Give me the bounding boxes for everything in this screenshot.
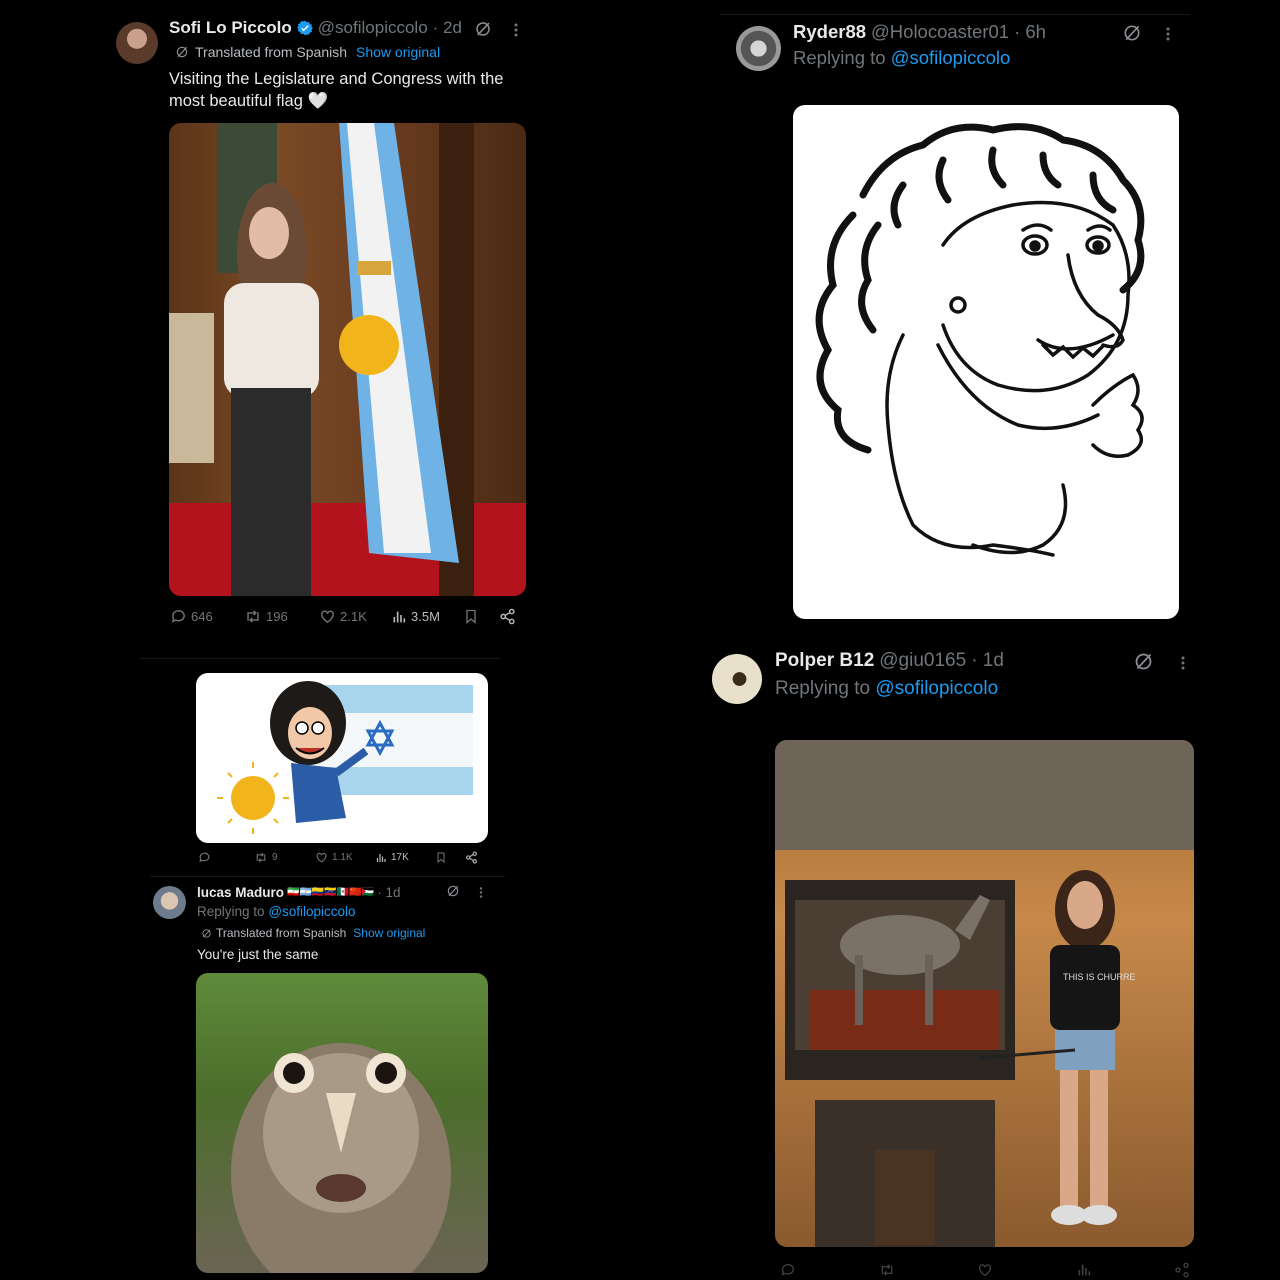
- translate-icon: [201, 928, 212, 939]
- translate-icon: [175, 45, 189, 59]
- more-icon[interactable]: [1177, 654, 1189, 672]
- share-icon[interactable]: [1174, 1262, 1190, 1280]
- display-name[interactable]: Polper B12: [775, 650, 874, 672]
- timestamp[interactable]: · 6h: [1014, 21, 1046, 43]
- like-count: 1.1K: [332, 852, 353, 863]
- bookmark-icon[interactable]: [463, 608, 499, 625]
- views-button[interactable]: 17K: [375, 852, 435, 864]
- display-name[interactable]: Sofi Lo Piccolo: [169, 18, 292, 38]
- translated-label: Translated from Spanish: [216, 926, 347, 940]
- views-icon: [375, 852, 387, 864]
- share-icon[interactable]: [465, 851, 478, 864]
- bookmark-icon[interactable]: [435, 851, 465, 864]
- replying-to-link[interactable]: @sofilopiccolo: [875, 678, 998, 699]
- grok-icon[interactable]: [1133, 651, 1154, 672]
- reply-icon[interactable]: [780, 1262, 796, 1280]
- post-image-drawing[interactable]: [793, 105, 1179, 619]
- views-icon: [391, 609, 407, 625]
- reply-icon: [170, 608, 187, 625]
- display-name[interactable]: Ryder88: [793, 21, 866, 43]
- display-name[interactable]: lucas Maduro: [197, 885, 284, 900]
- repost-button[interactable]: 9: [254, 851, 315, 864]
- replying-prefix: Replying to: [775, 678, 871, 699]
- views-icon[interactable]: [1076, 1262, 1092, 1280]
- views-count: 3.5M: [411, 609, 440, 624]
- repost-icon: [244, 608, 262, 625]
- shirt-text: THIS IS CHURRE: [1063, 972, 1136, 982]
- avatar-sofi[interactable]: [116, 22, 158, 64]
- replying-to-link[interactable]: @sofilopiccolo: [891, 47, 1011, 68]
- replying-to-link[interactable]: @sofilopiccolo: [268, 904, 355, 919]
- like-count: 2.1K: [340, 609, 367, 624]
- grok-icon[interactable]: [474, 20, 492, 38]
- grok-icon[interactable]: [1122, 23, 1142, 43]
- reply-button[interactable]: 646: [170, 608, 244, 625]
- post-image-owl[interactable]: [196, 973, 488, 1273]
- replying-prefix: Replying to: [793, 47, 886, 68]
- timestamp[interactable]: · 2d: [433, 18, 462, 38]
- reply-count: 646: [191, 609, 213, 624]
- grok-icon[interactable]: [446, 884, 460, 898]
- post-image-flag[interactable]: [169, 123, 526, 596]
- handle[interactable]: @giu0165: [879, 650, 966, 672]
- post-image-caricature[interactable]: [196, 673, 488, 843]
- more-icon[interactable]: [1162, 25, 1174, 43]
- repost-count: 9: [272, 852, 278, 863]
- repost-icon: [254, 851, 268, 864]
- more-icon[interactable]: [476, 886, 486, 899]
- repost-button[interactable]: 196: [244, 608, 319, 625]
- flag-emojis: 🇮🇷🇦🇷🇨🇴🇻🇪🇲🇽🇨🇳🇵🇸: [287, 887, 375, 898]
- avatar-lucas[interactable]: [153, 886, 186, 919]
- like-button[interactable]: 1.1K: [315, 851, 375, 864]
- like-icon: [315, 851, 328, 864]
- more-icon[interactable]: [510, 22, 522, 38]
- handle[interactable]: @sofilopiccolo: [318, 18, 428, 38]
- post-text: Visiting the Legislature and Congress wi…: [169, 70, 504, 110]
- repost-count: 196: [266, 609, 288, 624]
- divider: [720, 14, 1190, 15]
- views-count: 17K: [391, 852, 409, 863]
- replying-prefix: Replying to: [197, 904, 265, 919]
- handle[interactable]: @Holocoaster01: [871, 21, 1009, 43]
- like-button[interactable]: 2.1K: [319, 608, 391, 625]
- show-original-link[interactable]: Show original: [353, 926, 425, 940]
- like-icon[interactable]: [977, 1262, 993, 1280]
- timestamp[interactable]: · 1d: [971, 650, 1004, 672]
- translated-label: Translated from Spanish: [195, 44, 347, 60]
- show-original-link[interactable]: Show original: [356, 44, 440, 60]
- like-icon: [319, 608, 336, 625]
- repost-icon[interactable]: [879, 1262, 895, 1280]
- divider: [140, 658, 500, 659]
- views-button[interactable]: 3.5M: [391, 609, 463, 625]
- partial-action-bar: [780, 1262, 1190, 1280]
- verified-badge-icon: [296, 20, 313, 36]
- timestamp[interactable]: · 1d: [377, 885, 400, 900]
- divider: [150, 876, 505, 877]
- share-icon[interactable]: [499, 608, 516, 625]
- post-image-grill[interactable]: THIS IS CHURRE: [775, 740, 1194, 1247]
- avatar-ryder[interactable]: [736, 26, 781, 71]
- avatar-polper[interactable]: [712, 654, 762, 704]
- post-text: You're just the same: [197, 947, 319, 962]
- reply-icon[interactable]: [198, 851, 254, 864]
